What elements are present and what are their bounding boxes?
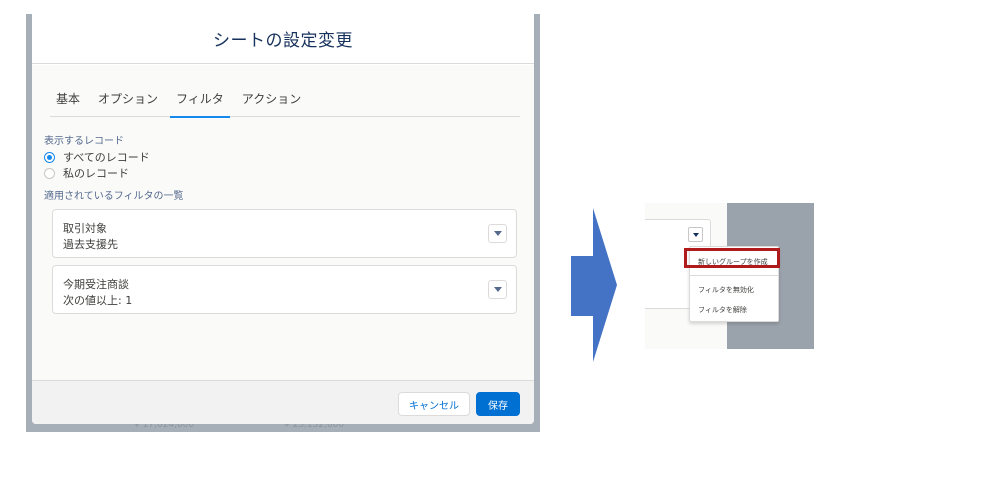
modal-footer: キャンセル 保存 xyxy=(32,380,534,424)
modal-title: シートの設定変更 xyxy=(213,31,353,51)
filter-card: 今期受注商談 次の値以上: 1 xyxy=(52,265,517,314)
filter-value: 次の値以上: 1 xyxy=(63,294,133,307)
tab-action[interactable]: アクション xyxy=(236,89,307,117)
modal-header: シートの設定変更 xyxy=(32,14,534,64)
tab-filter[interactable]: フィルタ xyxy=(170,89,230,118)
save-button[interactable]: 保存 xyxy=(476,392,520,416)
caret-down-icon xyxy=(692,232,699,237)
filter-card: 取引対象 過去支援先 xyxy=(52,209,517,258)
tab-bar: 基本 オプション フィルタ アクション xyxy=(50,89,520,118)
filter-field: 今期受注商談 xyxy=(63,278,129,291)
filter-menu-button[interactable] xyxy=(488,280,507,299)
menu-item-disable-filter[interactable]: フィルタを無効化 xyxy=(698,285,754,295)
tab-basic[interactable]: 基本 xyxy=(50,89,86,117)
caret-down-icon xyxy=(493,287,502,292)
filter-field: 取引対象 xyxy=(63,222,107,235)
radio-all-records[interactable]: すべてのレコード xyxy=(44,149,150,165)
filter-menu-screenshot: 新しいグループを作成 フィルタを無効化 フィルタを解除 xyxy=(645,203,814,349)
radio-label: 私のレコード xyxy=(63,167,129,180)
sheet-settings-modal: シートの設定変更 基本 オプション フィルタ アクション 表示するレコード すべ… xyxy=(32,14,534,424)
radio-my-records[interactable]: 私のレコード xyxy=(44,165,129,181)
filter-menu-button[interactable] xyxy=(688,227,703,242)
menu-divider xyxy=(690,275,778,276)
filters-section-label: 適用されているフィルタの一覧 xyxy=(44,191,184,202)
cancel-button[interactable]: キャンセル xyxy=(398,392,470,416)
modal-body: 基本 オプション フィルタ アクション 表示するレコード すべてのレコード 私の… xyxy=(32,65,534,380)
right-arrow-icon xyxy=(571,208,617,362)
filter-dropdown-menu: 新しいグループを作成 フィルタを無効化 フィルタを解除 xyxy=(689,246,779,322)
filter-menu-button[interactable] xyxy=(488,224,507,243)
records-section-label: 表示するレコード xyxy=(44,136,124,147)
radio-button-checked[interactable] xyxy=(44,151,55,163)
radio-label: すべてのレコード xyxy=(63,151,150,164)
settings-modal-screenshot: ¥ 17,024,000 ¥ 25,152,000 シートの設定変更 基本 オプ… xyxy=(26,14,540,432)
menu-item-remove-filter[interactable]: フィルタを解除 xyxy=(698,305,747,315)
radio-button[interactable] xyxy=(44,167,55,179)
menu-item-create-group[interactable]: 新しいグループを作成 xyxy=(698,257,768,267)
filter-value: 過去支援先 xyxy=(63,238,118,251)
caret-down-icon xyxy=(493,231,502,236)
tab-options[interactable]: オプション xyxy=(92,89,164,117)
